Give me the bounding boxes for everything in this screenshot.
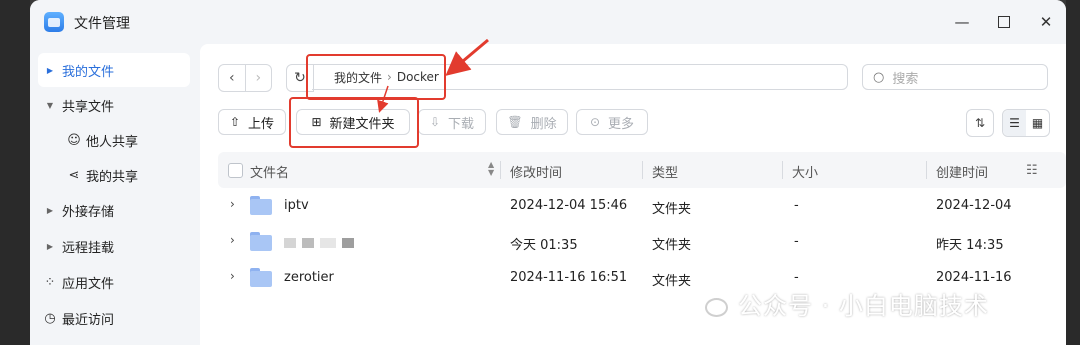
watermark: 公众号 · 小白电脑技术	[694, 286, 989, 321]
annotation-arrow-to-path	[445, 38, 489, 76]
wechat-icon	[694, 292, 728, 316]
annotation-arrow-to-button	[377, 85, 389, 113]
watermark-text: 公众号 · 小白电脑技术	[738, 292, 989, 320]
